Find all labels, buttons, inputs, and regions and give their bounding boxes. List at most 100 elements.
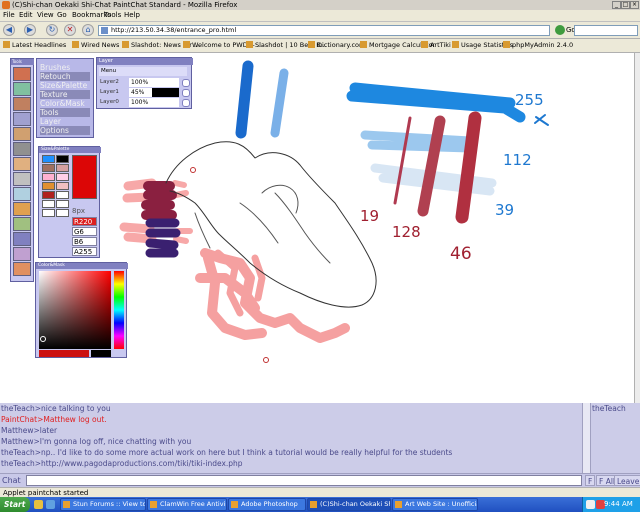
menu-edit[interactable]: Edit	[19, 11, 33, 20]
tools-palette: Tools	[10, 58, 34, 282]
hand-tool-icon[interactable]	[13, 262, 31, 276]
palette-swatch[interactable]	[56, 209, 69, 217]
taskbar-item[interactable]: ClamWin Free Antivirus	[147, 498, 227, 511]
menu-help[interactable]: Help	[124, 11, 140, 20]
palette-swatch[interactable]	[56, 173, 69, 181]
canvas-scrollbar[interactable]	[634, 53, 640, 403]
alpha-value[interactable]: A255	[72, 247, 97, 256]
url-input[interactable]: http://213.50.34.38/entrance_pro.html	[98, 25, 550, 36]
chat-input[interactable]	[26, 475, 582, 486]
taskbar-item[interactable]: Stun Forums :: View topic...	[60, 498, 146, 511]
airbrush-tool-icon[interactable]	[13, 112, 31, 126]
layer-row[interactable]: Layer0 100%	[99, 98, 190, 107]
blur-tool-icon[interactable]	[13, 157, 31, 171]
menu-tools[interactable]: Tools	[104, 11, 121, 20]
blue-value[interactable]: B6	[72, 237, 97, 246]
smudge-tool-icon[interactable]	[13, 142, 31, 156]
bookmark-item[interactable]: phpMyAdmin 2.4.0	[503, 41, 573, 50]
palette-swatch[interactable]	[42, 155, 55, 163]
menu-tools[interactable]: Tools	[40, 108, 90, 117]
back-icon[interactable]: ◀	[3, 24, 15, 36]
hue-slider[interactable]	[114, 271, 124, 349]
palette-swatch[interactable]	[42, 209, 55, 217]
taskbar-item[interactable]: Adobe Photoshop	[228, 498, 306, 511]
f-button[interactable]: F	[585, 475, 596, 486]
desktop-icon[interactable]	[46, 500, 55, 509]
chat-label: Chat	[2, 476, 21, 485]
green-value[interactable]: G6	[72, 227, 97, 236]
start-button[interactable]: Start	[0, 497, 30, 512]
bookmark-item[interactable]: Dictionary.com	[308, 41, 365, 50]
page-icon	[503, 41, 510, 48]
pencil-tool-icon[interactable]	[13, 82, 31, 96]
annotation-39: 39	[495, 201, 514, 219]
menu-size-palette[interactable]: Size&Palette	[40, 81, 90, 90]
maximize-button[interactable]: □	[621, 1, 630, 9]
menu-color-mask[interactable]: Color&Mask	[40, 99, 90, 108]
palette-swatch[interactable]	[56, 182, 69, 190]
reload-icon[interactable]: ↻	[46, 24, 58, 36]
select-tool-icon[interactable]	[13, 247, 31, 261]
palette-swatch[interactable]	[42, 182, 55, 190]
layer-visibility-toggle[interactable]	[182, 89, 190, 97]
pink-stroke	[195, 248, 350, 343]
close-button[interactable]: ×	[630, 1, 639, 9]
folder-icon[interactable]	[34, 500, 43, 509]
menu-bar: File Edit View Go Bookmarks Tools Help	[0, 10, 640, 22]
window-icon	[63, 501, 70, 508]
mask-tool-icon[interactable]	[13, 232, 31, 246]
user-list-item[interactable]: theTeach	[592, 404, 626, 414]
palette-swatch[interactable]	[42, 173, 55, 181]
bookmark-item[interactable]: Wired News	[72, 41, 119, 50]
menu-brushes[interactable]: Brushes	[40, 63, 90, 72]
layer-opacity-slider[interactable]: 100%	[129, 78, 179, 87]
fill-tool-icon[interactable]	[13, 187, 31, 201]
taskbar-item[interactable]: (C)Shi-chan Oekaki Sh...	[307, 498, 391, 511]
red-value[interactable]: R220	[72, 217, 97, 226]
tray-icon[interactable]	[586, 500, 595, 509]
bookmark-item[interactable]: ArtTiki	[421, 41, 451, 50]
burn-tool-icon[interactable]	[13, 217, 31, 231]
layer-opacity-slider[interactable]: 45%	[129, 88, 179, 97]
menu-texture[interactable]: Texture	[40, 90, 90, 99]
chat-line: Matthew>I'm gonna log off, nice chatting…	[1, 437, 192, 446]
layer-visibility-toggle[interactable]	[182, 99, 190, 107]
eraser-tool-icon[interactable]	[13, 172, 31, 186]
layer-name: Layer2	[100, 79, 119, 85]
menu-layer[interactable]: Layer	[40, 117, 90, 126]
menu-retouch[interactable]: Retouch	[40, 72, 90, 81]
menu-go[interactable]: Go	[57, 11, 67, 20]
search-input[interactable]	[574, 25, 638, 36]
paint-canvas-area[interactable]: 255 112 39 19 128 46 Tools Brushes Retou…	[0, 53, 640, 404]
menu-file[interactable]: File	[3, 11, 15, 20]
palette-swatch[interactable]	[56, 200, 69, 208]
menu-view[interactable]: View	[37, 11, 54, 20]
leave-button[interactable]: Leave	[614, 475, 640, 486]
layer-visibility-toggle[interactable]	[182, 79, 190, 87]
pen-tool-icon[interactable]	[13, 67, 31, 81]
palette-swatch[interactable]	[42, 191, 55, 199]
forward-icon[interactable]: ▶	[24, 24, 36, 36]
go-icon[interactable]	[555, 25, 565, 35]
palette-swatch[interactable]	[56, 164, 69, 172]
menu-options[interactable]: Options	[40, 126, 90, 135]
brush-tool-icon[interactable]	[13, 97, 31, 111]
dodge-tool-icon[interactable]	[13, 202, 31, 216]
layer-row[interactable]: Layer2 100%	[99, 78, 190, 87]
palette-swatch[interactable]	[42, 164, 55, 172]
palette-swatch[interactable]	[42, 200, 55, 208]
palette-swatch[interactable]	[56, 191, 69, 199]
palette-swatch[interactable]	[56, 155, 69, 163]
navigation-toolbar: ◀ ▶ ↻ ✕ ⌂ http://213.50.34.38/entrance_p…	[0, 22, 640, 39]
color-picker-field[interactable]	[39, 271, 111, 349]
taskbar-item[interactable]: Art Web Site : Unofficial ...	[392, 498, 478, 511]
clock: 9:44 AM	[604, 500, 633, 508]
layer-opacity-slider[interactable]: 100%	[129, 98, 179, 107]
minimize-button[interactable]: _	[612, 1, 621, 9]
home-icon[interactable]: ⌂	[82, 24, 94, 36]
layer-menu-button[interactable]: Menu	[99, 67, 187, 76]
stop-icon[interactable]: ✕	[64, 24, 76, 36]
watercolor-tool-icon[interactable]	[13, 127, 31, 141]
bookmark-item[interactable]: Latest Headlines	[3, 41, 66, 50]
layer-row[interactable]: Layer1 45%	[99, 88, 190, 97]
